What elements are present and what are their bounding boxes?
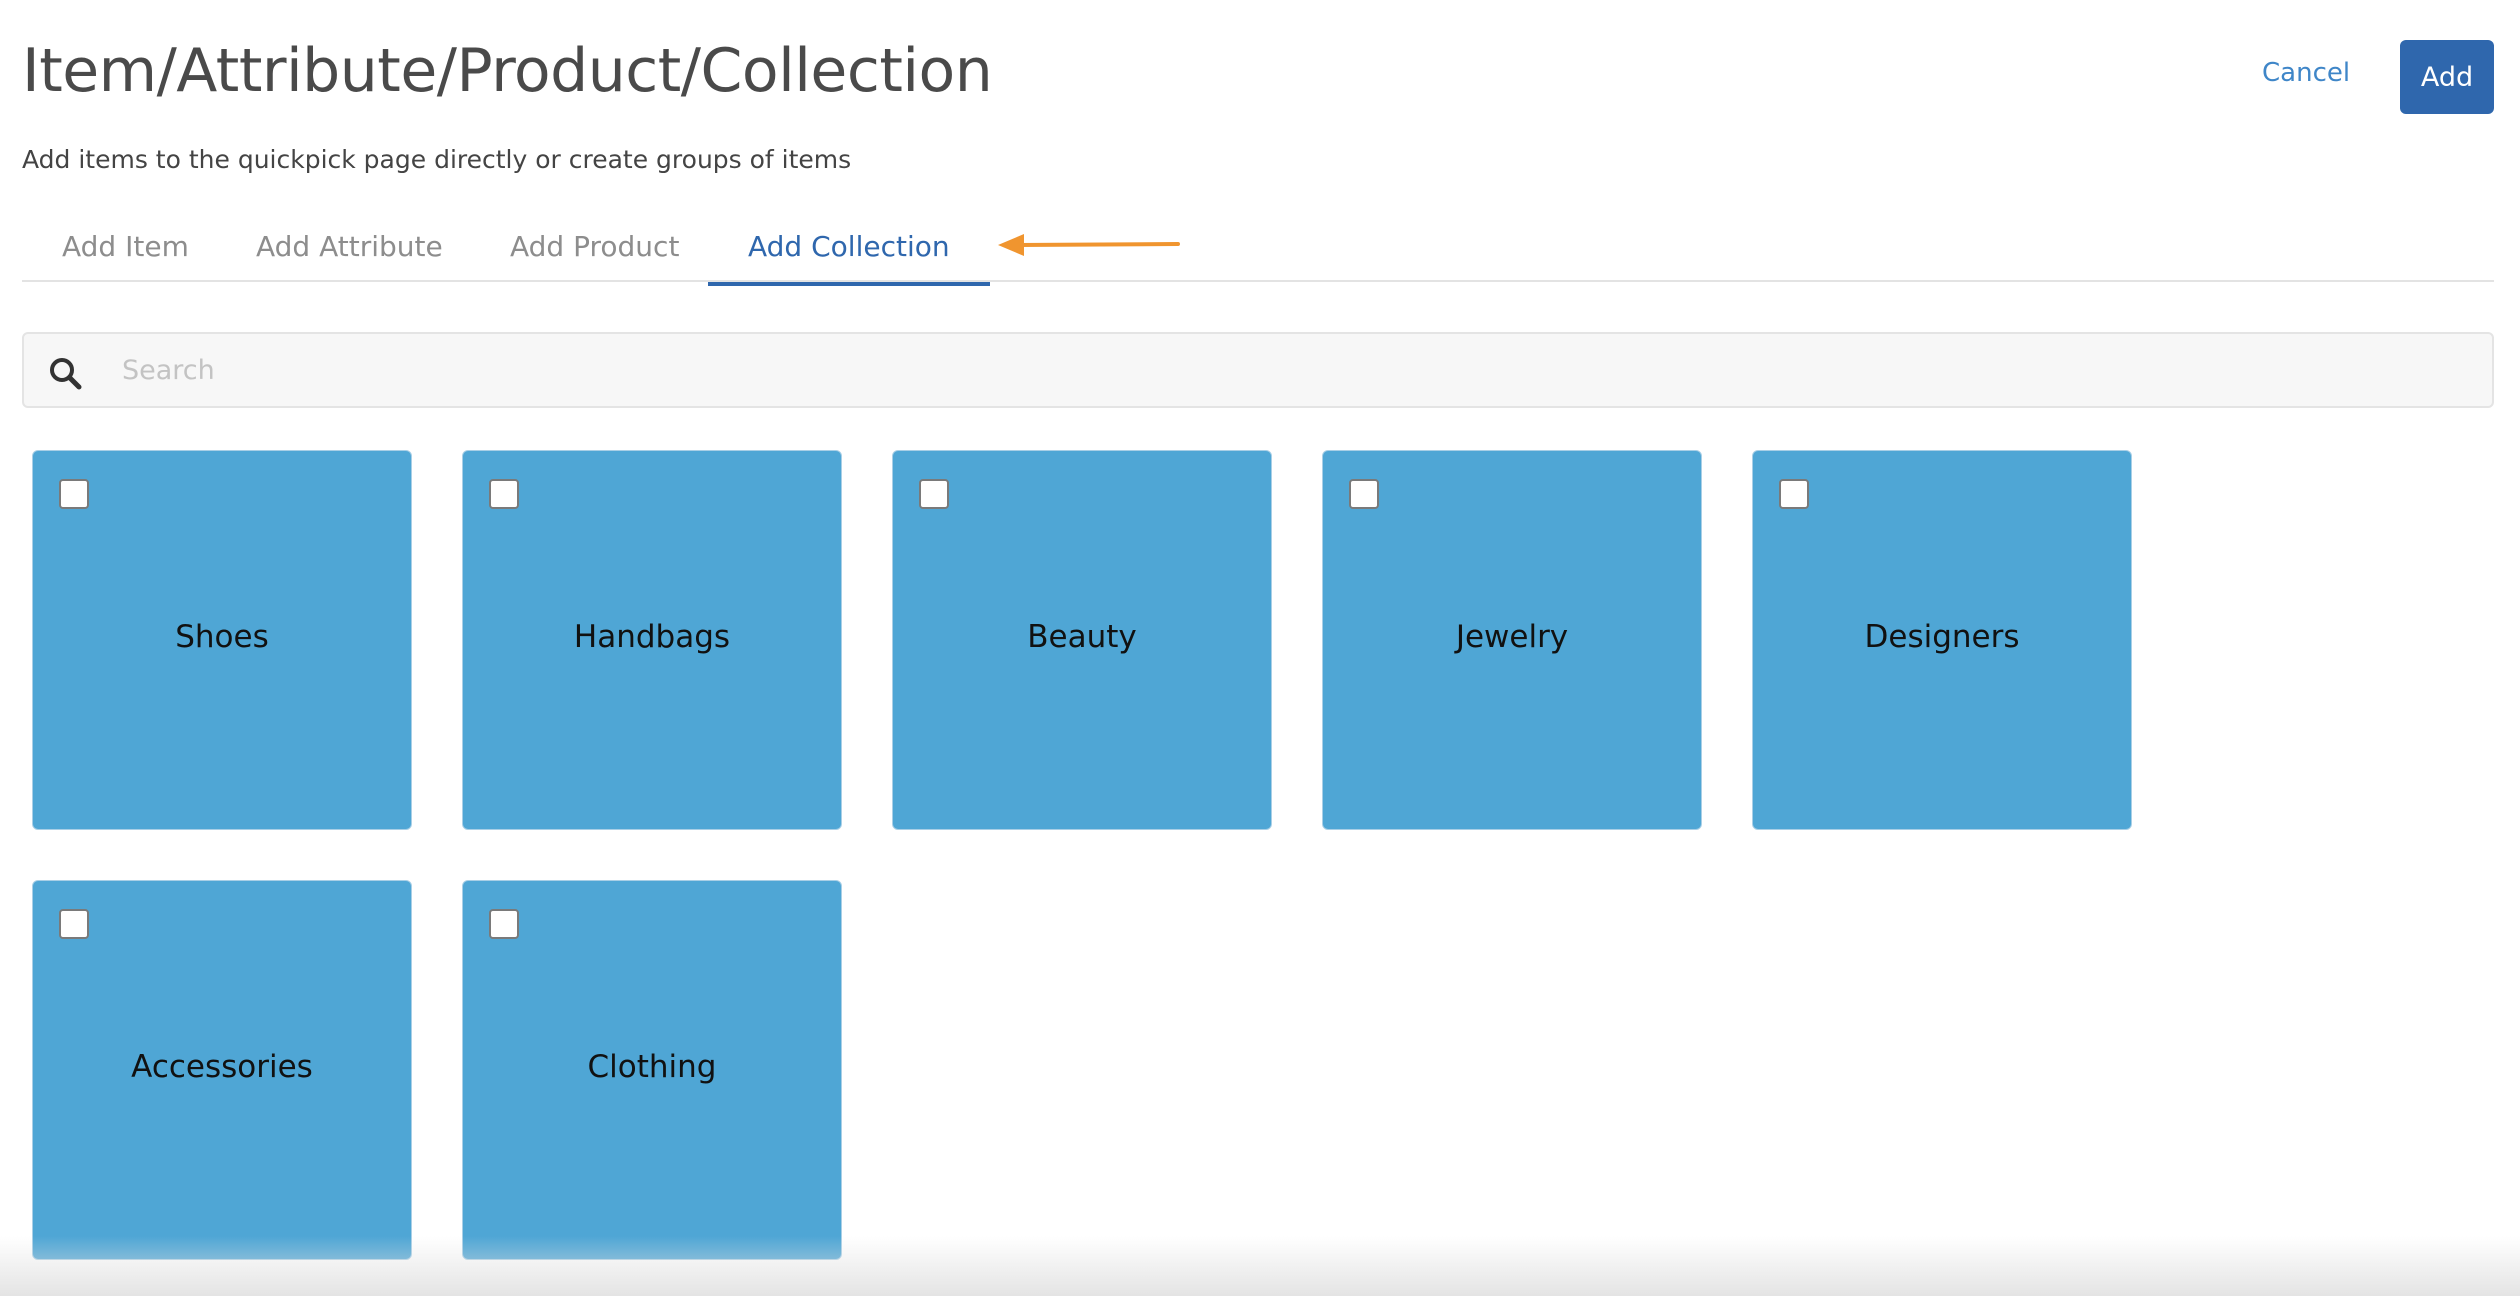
collection-card-beauty[interactable]: Beauty (892, 450, 1272, 830)
collection-checkbox[interactable] (489, 479, 519, 509)
collection-checkbox[interactable] (919, 479, 949, 509)
collection-card-handbags[interactable]: Handbags (462, 450, 842, 830)
collection-card-jewelry[interactable]: Jewelry (1322, 450, 1702, 830)
collection-label: Designers (1864, 619, 2020, 655)
tab-add-attribute[interactable]: Add Attribute (256, 230, 443, 282)
collection-label: Clothing (587, 1049, 717, 1085)
collection-checkbox[interactable] (59, 479, 89, 509)
tab-add-item[interactable]: Add Item (62, 230, 189, 282)
collection-checkbox[interactable] (1349, 479, 1379, 509)
collection-checkbox[interactable] (489, 909, 519, 939)
collection-label: Accessories (131, 1049, 313, 1085)
search-icon (50, 358, 82, 390)
tab-add-product[interactable]: Add Product (510, 230, 679, 282)
collection-checkbox[interactable] (59, 909, 89, 939)
collection-label: Jewelry (1455, 619, 1569, 655)
collection-picker-page: Item/Attribute/Product/Collection Add it… (0, 0, 2520, 1296)
search-bar (22, 332, 2494, 408)
page-subtitle: Add items to the quickpick page directly… (22, 145, 852, 174)
collection-label: Beauty (1027, 619, 1137, 655)
tab-bar: Add Item Add Attribute Add Product Add C… (22, 206, 2494, 286)
collection-checkbox[interactable] (1779, 479, 1809, 509)
cancel-button[interactable]: Cancel (2262, 58, 2350, 88)
collection-card-shoes[interactable]: Shoes (32, 450, 412, 830)
collection-card-clothing[interactable]: Clothing (462, 880, 842, 1260)
collection-label: Handbags (573, 619, 731, 655)
collection-label: Shoes (175, 619, 269, 655)
add-button[interactable]: Add (2400, 40, 2494, 114)
search-input[interactable] (122, 334, 2462, 406)
tab-add-collection[interactable]: Add Collection (708, 230, 990, 286)
collection-card-designers[interactable]: Designers (1752, 450, 2132, 830)
collection-card-accessories[interactable]: Accessories (32, 880, 412, 1260)
annotation-arrow-icon (998, 234, 1180, 256)
page-title: Item/Attribute/Product/Collection (22, 36, 993, 106)
